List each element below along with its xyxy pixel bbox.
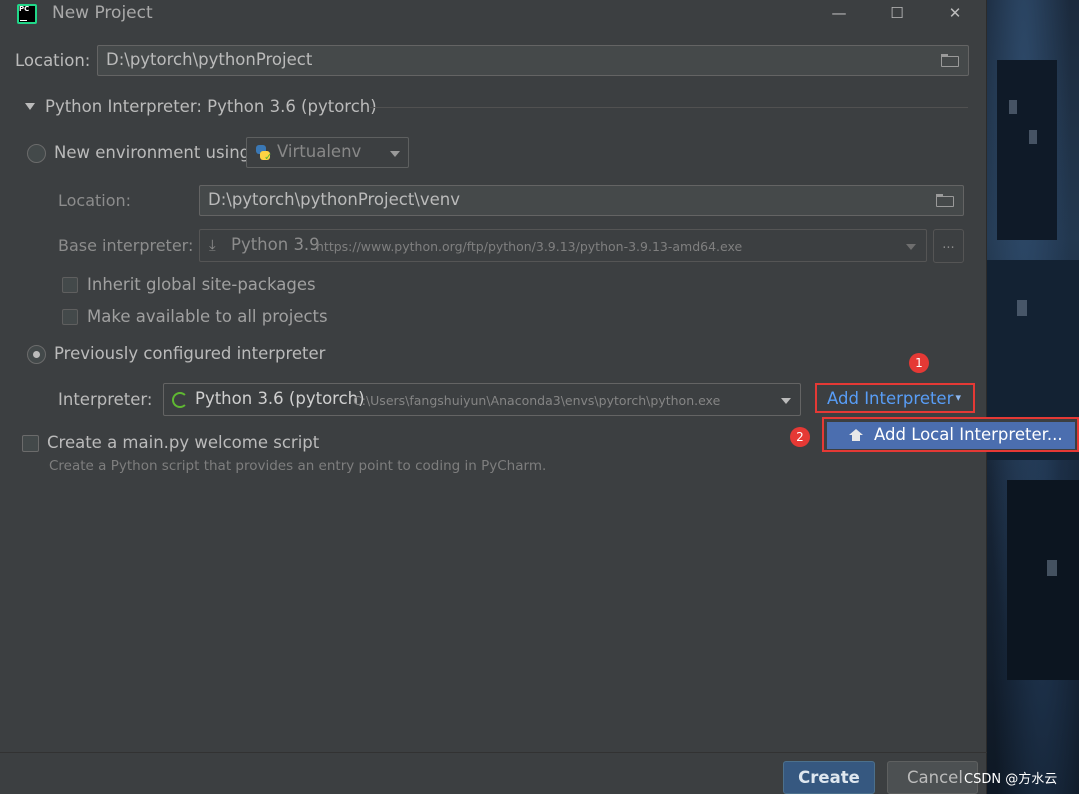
chevron-down-icon <box>781 398 791 404</box>
annotation-badge-1: 1 <box>909 353 929 373</box>
environment-tool-value: Virtualenv <box>277 142 362 161</box>
interpreter-name: Python 3.6 (pytorch) <box>195 389 365 408</box>
location-value: D:\pytorch\pythonProject <box>106 50 313 69</box>
pycharm-icon: PC <box>17 4 37 24</box>
home-icon <box>849 429 863 442</box>
annotation-badge-2: 2 <box>790 427 810 447</box>
chevron-down-icon: ▾ <box>955 391 961 404</box>
maximize-button[interactable]: ☐ <box>868 0 926 28</box>
add-interpreter-button[interactable]: Add Interpreter ▾ <box>815 383 975 413</box>
footer-divider <box>0 752 987 753</box>
add-interpreter-label: Add Interpreter <box>827 389 954 408</box>
environment-tool-select[interactable]: ✓ Virtualenv <box>246 137 409 168</box>
new-project-dialog: PC New Project — ☐ ✕ Location: D:\pytorc… <box>0 0 987 794</box>
previous-interpreter-label[interactable]: Previously configured interpreter <box>54 344 325 363</box>
venv-location-value: D:\pytorch\pythonProject\venv <box>208 190 461 209</box>
welcome-script-label[interactable]: Create a main.py welcome script <box>47 433 319 452</box>
previous-interpreter-radio[interactable] <box>27 345 46 364</box>
menu-item-label: Add Local Interpreter... <box>874 425 1063 444</box>
download-icon: ⤓ <box>209 236 216 254</box>
menu-item-add-local-interpreter[interactable]: Add Local Interpreter... <box>827 422 1075 449</box>
collapse-arrow-icon[interactable] <box>25 103 35 110</box>
venv-location-label: Location: <box>58 191 132 210</box>
minimize-button[interactable]: — <box>810 0 868 28</box>
interpreter-section-title[interactable]: Python Interpreter: Python 3.6 (pytorch) <box>45 97 377 116</box>
inherit-packages-checkbox[interactable] <box>62 277 78 293</box>
inherit-packages-label: Inherit global site-packages <box>87 275 316 294</box>
section-divider <box>370 107 968 108</box>
welcome-script-checkbox[interactable] <box>22 435 39 452</box>
interpreter-path: C:\Users\fangshuiyun\Anaconda3\envs\pyto… <box>353 393 721 408</box>
venv-location-field[interactable]: D:\pytorch\pythonProject\venv <box>199 185 964 216</box>
title-bar: PC New Project — ☐ ✕ <box>0 0 987 28</box>
close-button[interactable]: ✕ <box>926 0 984 28</box>
python-icon: ✓ <box>254 144 272 163</box>
welcome-script-description: Create a Python script that provides an … <box>49 458 547 474</box>
loading-spinner-icon <box>172 392 188 408</box>
base-interpreter-url: https://www.python.org/ftp/python/3.9.13… <box>316 239 743 254</box>
folder-icon[interactable] <box>941 54 959 67</box>
new-environment-label[interactable]: New environment using <box>54 143 250 162</box>
make-available-checkbox[interactable] <box>62 309 78 325</box>
window-title: New Project <box>52 3 153 23</box>
interpreter-select[interactable]: Python 3.6 (pytorch) C:\Users\fangshuiyu… <box>163 383 801 416</box>
desktop-wallpaper <box>987 0 1079 794</box>
watermark: CSDN @方水云 <box>964 772 1058 787</box>
base-interpreter-name: Python 3.9 <box>231 235 320 254</box>
interpreter-label: Interpreter: <box>58 390 153 409</box>
location-field[interactable]: D:\pytorch\pythonProject <box>97 45 969 76</box>
new-environment-radio[interactable] <box>27 144 46 163</box>
folder-icon[interactable] <box>936 194 954 207</box>
browse-button[interactable]: ... <box>933 229 964 263</box>
create-button[interactable]: Create <box>783 761 875 794</box>
location-label: Location: <box>15 51 91 70</box>
chevron-down-icon <box>906 244 916 250</box>
base-interpreter-select[interactable]: ⤓ Python 3.9 https://www.python.org/ftp/… <box>199 229 927 262</box>
chevron-down-icon <box>390 151 400 157</box>
make-available-label: Make available to all projects <box>87 307 328 326</box>
add-interpreter-menu: Add Local Interpreter... <box>822 417 1079 452</box>
base-interpreter-label: Base interpreter: <box>58 236 194 255</box>
